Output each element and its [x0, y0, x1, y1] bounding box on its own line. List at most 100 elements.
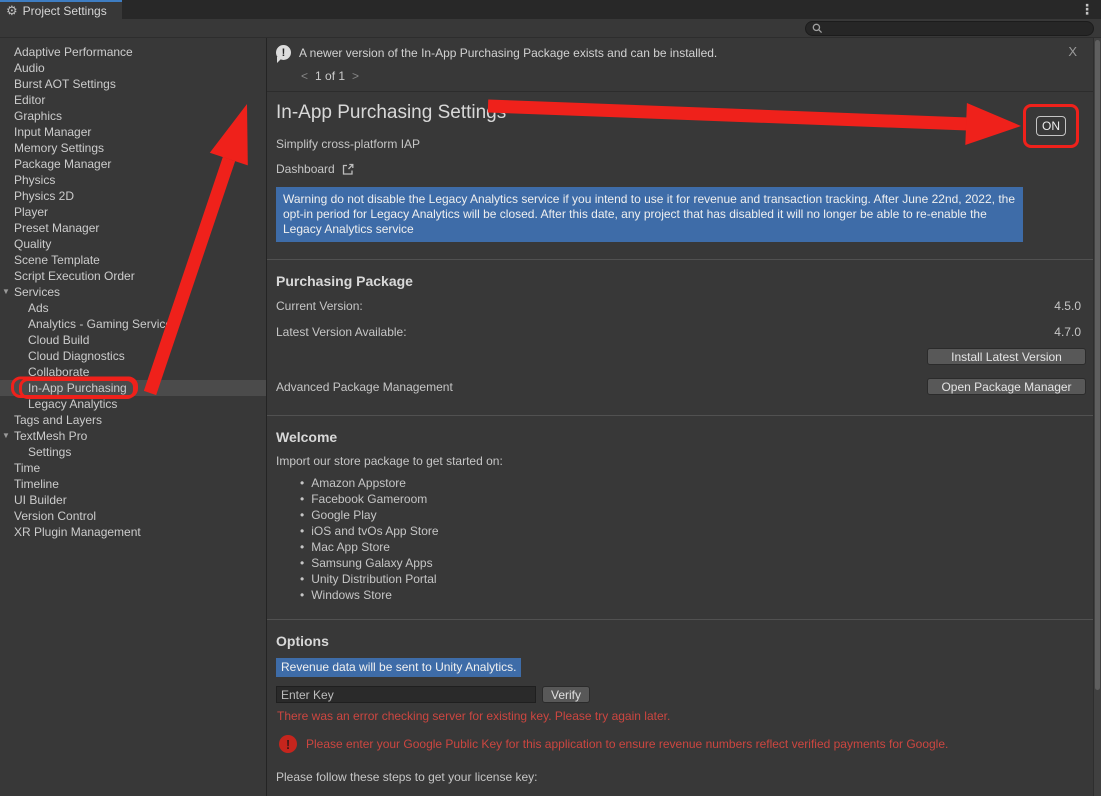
sidebar-item-label: Cloud Diagnostics: [28, 349, 125, 363]
foldout-triangle-icon[interactable]: ▼: [2, 431, 10, 440]
notification-message: A newer version of the In-App Purchasing…: [299, 46, 717, 60]
vertical-scrollbar[interactable]: [1093, 38, 1101, 796]
tab-title: Project Settings: [23, 4, 107, 18]
pager-label: 1 of 1: [315, 69, 345, 83]
sidebar-item-label: Settings: [28, 445, 71, 459]
scrollbar-thumb[interactable]: [1095, 40, 1100, 690]
sidebar-item[interactable]: ▼ Time: [0, 460, 266, 476]
section-divider: [267, 415, 1093, 416]
sidebar-item-label: Editor: [14, 93, 45, 107]
kebab-menu-icon[interactable]: ⋮: [1080, 1, 1094, 18]
sidebar-item[interactable]: ▼ Editor: [0, 92, 266, 108]
license-key-input[interactable]: [276, 686, 536, 703]
sidebar-item[interactable]: ▼ Player: [0, 204, 266, 220]
sidebar-item[interactable]: ▼ Audio: [0, 60, 266, 76]
dashboard-link[interactable]: Dashboard: [276, 162, 506, 176]
sidebar-item[interactable]: ▼ Timeline: [0, 476, 266, 492]
sidebar-item[interactable]: ▼ Settings: [0, 444, 266, 460]
sidebar-item[interactable]: ▼ Package Manager: [0, 156, 266, 172]
sidebar-item[interactable]: ▼ Analytics - Gaming Services: [0, 316, 266, 332]
tab-project-settings[interactable]: ⚙ Project Settings: [0, 0, 122, 19]
sidebar-item[interactable]: ▼ Tags and Layers: [0, 412, 266, 428]
store-list-item: Amazon Appstore: [267, 475, 1093, 491]
external-link-icon: [341, 163, 354, 176]
sidebar-item[interactable]: ▼ Scene Template: [0, 252, 266, 268]
sidebar-item[interactable]: ▼ Cloud Build: [0, 332, 266, 348]
google-key-warning-text: Please enter your Google Public Key for …: [306, 737, 948, 751]
sidebar-item[interactable]: ▼ Input Manager: [0, 124, 266, 140]
service-on-toggle[interactable]: ON: [1036, 116, 1066, 136]
search-box[interactable]: [805, 21, 1094, 36]
title-bar: ⚙ Project Settings ⋮: [0, 0, 1101, 19]
store-list-item: Unity Distribution Portal: [267, 571, 1093, 587]
project-settings-window: ⚙ Project Settings ⋮ ▼ Adaptive Performa…: [0, 0, 1101, 796]
foldout-triangle-icon[interactable]: ▼: [2, 287, 10, 296]
store-list-item: Mac App Store: [267, 539, 1093, 555]
sidebar-item[interactable]: ▼ Version Control: [0, 508, 266, 524]
store-list: Amazon AppstoreFacebook GameroomGoogle P…: [267, 475, 1093, 603]
latest-version-row: Latest Version Available: 4.7.0: [267, 325, 1093, 339]
sidebar-item[interactable]: ▼ Graphics: [0, 108, 266, 124]
store-list-item: Google Play: [267, 507, 1093, 523]
sidebar-item-label: Collaborate: [28, 365, 89, 379]
sidebar-item-label: Adaptive Performance: [14, 45, 133, 59]
search-input[interactable]: [827, 22, 1077, 34]
close-icon[interactable]: X: [1068, 44, 1077, 59]
sidebar-item-label: Player: [14, 205, 48, 219]
sidebar-item[interactable]: ▼ Services: [0, 284, 266, 300]
options-heading: Options: [276, 633, 1093, 649]
sidebar-item-label: Analytics - Gaming Services: [28, 317, 178, 331]
pager-prev-icon[interactable]: <: [301, 69, 308, 83]
dashboard-link-label: Dashboard: [276, 162, 335, 176]
sidebar-item-label: Legacy Analytics: [28, 397, 117, 411]
sidebar-item-label: Time: [14, 461, 40, 475]
sidebar-item[interactable]: ▼ UI Builder: [0, 492, 266, 508]
sidebar-item-label: XR Plugin Management: [14, 525, 141, 539]
sidebar-item-label: Burst AOT Settings: [14, 77, 116, 91]
settings-nav-sidebar: ▼ Adaptive Performance ▼ Audio ▼ Burst A…: [0, 38, 267, 796]
section-divider: [267, 259, 1093, 260]
sidebar-item[interactable]: ▼ TextMesh Pro: [0, 428, 266, 444]
sidebar-item[interactable]: ▼ Quality: [0, 236, 266, 252]
sidebar-item[interactable]: ▼ Physics: [0, 172, 266, 188]
sidebar-item[interactable]: ▼ In-App Purchasing: [0, 380, 266, 396]
store-list-item: Windows Store: [267, 587, 1093, 603]
sidebar-item[interactable]: ▼ Preset Manager: [0, 220, 266, 236]
sidebar-item[interactable]: ▼ Memory Settings: [0, 140, 266, 156]
error-circle-icon: !: [279, 735, 297, 753]
welcome-intro: Import our store package to get started …: [276, 454, 1093, 468]
sidebar-item-label: TextMesh Pro: [14, 429, 87, 443]
license-key-row: Verify: [276, 686, 1093, 703]
sidebar-item[interactable]: ▼ XR Plugin Management: [0, 524, 266, 540]
sidebar-item-label: Cloud Build: [28, 333, 89, 347]
steps-intro: Please follow these steps to get your li…: [276, 770, 1093, 784]
sidebar-item-label: Physics 2D: [14, 189, 74, 203]
sidebar-item-label: Ads: [28, 301, 49, 315]
advanced-package-row: Advanced Package Management Open Package…: [267, 378, 1093, 395]
welcome-heading: Welcome: [276, 429, 1093, 445]
install-latest-version-button[interactable]: Install Latest Version: [927, 348, 1086, 365]
sidebar-item[interactable]: ▼ Physics 2D: [0, 188, 266, 204]
gear-icon: ⚙: [6, 4, 18, 17]
sidebar-item[interactable]: ▼ Script Execution Order: [0, 268, 266, 284]
sidebar-item[interactable]: ▼ Burst AOT Settings: [0, 76, 266, 92]
exclamation-bubble-icon: !: [276, 45, 291, 60]
verify-button[interactable]: Verify: [542, 686, 590, 703]
sidebar-item[interactable]: ▼ Ads: [0, 300, 266, 316]
sidebar-item-label: Quality: [14, 237, 51, 251]
sidebar-item[interactable]: ▼ Cloud Diagnostics: [0, 348, 266, 364]
store-list-item: Facebook Gameroom: [267, 491, 1093, 507]
window-body: ▼ Adaptive Performance ▼ Audio ▼ Burst A…: [0, 38, 1101, 796]
open-package-manager-button[interactable]: Open Package Manager: [927, 378, 1086, 395]
notification-bar: ! A newer version of the In-App Purchasi…: [267, 38, 1093, 92]
sidebar-item-label: Timeline: [14, 477, 59, 491]
sidebar-item[interactable]: ▼ Legacy Analytics: [0, 396, 266, 412]
sidebar-item[interactable]: ▼ Adaptive Performance: [0, 44, 266, 60]
page-title: In-App Purchasing Settings: [276, 101, 506, 124]
pager-next-icon[interactable]: >: [352, 69, 359, 83]
purchasing-package-heading: Purchasing Package: [276, 273, 1093, 289]
sidebar-item-label: Scene Template: [14, 253, 100, 267]
search-icon: [812, 23, 823, 34]
current-version-label: Current Version:: [276, 299, 363, 313]
sidebar-item-label: Input Manager: [14, 125, 91, 139]
